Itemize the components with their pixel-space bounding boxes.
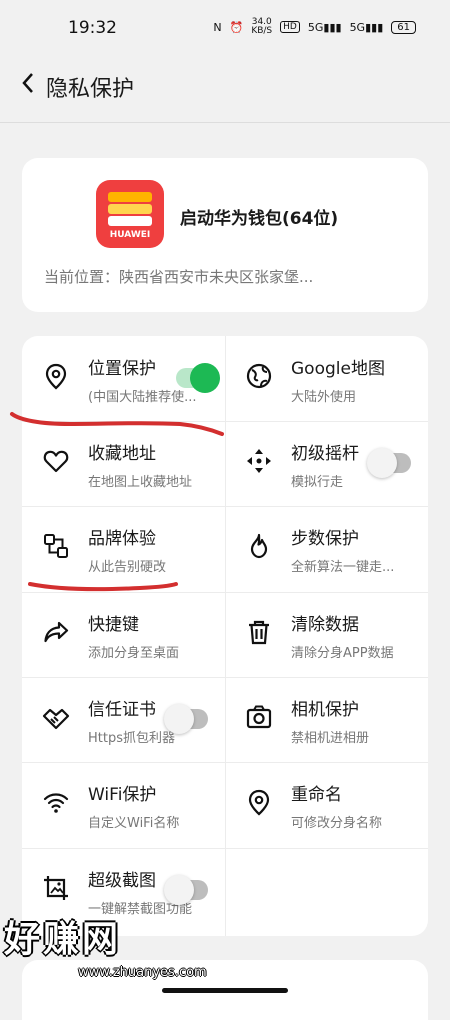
tile-step-protection[interactable]: 步数保护 全新算法一键走... — [225, 506, 428, 591]
status-bar: 19:32 N ⏰ 34.0 KB/S HD 5G▮▮▮ 5G▮▮▮ 61 — [0, 0, 450, 56]
app-name: 启动华为钱包(64位) — [180, 209, 339, 229]
tile-title: 超级截图 — [88, 871, 156, 891]
tile-wifi-protection[interactable]: WiFi保护 自定义WiFi名称 — [22, 762, 225, 847]
tile-subtitle: Https抓包利器 — [88, 731, 175, 746]
tile-title: 相机保护 — [291, 700, 359, 720]
tile-shortcut[interactable]: 快捷键 添加分身至桌面 — [22, 592, 225, 677]
watermark-url: www.zhuanyes.com — [78, 965, 207, 980]
header: 隐私保护 — [0, 60, 450, 110]
status-icons: N ⏰ 34.0 KB/S HD 5G▮▮▮ 5G▮▮▮ 61 — [213, 18, 416, 36]
location-pin-icon — [245, 788, 273, 816]
tile-subtitle: 可修改分身名称 — [291, 816, 383, 831]
tile-title: 清除数据 — [291, 615, 359, 635]
wifi-icon — [42, 788, 70, 816]
tile-title: WiFi保护 — [88, 785, 157, 805]
hd-badge: HD — [280, 21, 300, 33]
share-arrow-icon — [42, 618, 70, 646]
tile-google-maps[interactable]: Google地图 大陆外使用 — [225, 336, 428, 421]
tile-clear-data[interactable]: 清除数据 清除分身APP数据 — [225, 592, 428, 677]
gesture-bar[interactable] — [162, 988, 288, 993]
tile-title: 品牌体验 — [88, 529, 156, 549]
move-arrows-icon — [245, 447, 273, 475]
signal-label-2: 5G — [349, 20, 366, 34]
tile-subtitle: 清除分身APP数据 — [291, 646, 394, 661]
tile-rename[interactable]: 重命名 可修改分身名称 — [225, 762, 428, 847]
heart-icon — [42, 447, 70, 475]
tile-subtitle: 添加分身至桌面 — [88, 646, 180, 661]
tile-title: 信任证书 — [88, 700, 156, 720]
app-icon-label: HUAWEI — [109, 230, 151, 240]
huawei-wallet-icon: HUAWEI — [96, 180, 164, 248]
tile-title: Google地图 — [291, 359, 385, 379]
tile-title: 初级摇杆 — [291, 444, 359, 464]
header-divider — [0, 122, 450, 123]
battery-indicator: 61 — [391, 20, 416, 34]
camera-icon — [245, 703, 273, 731]
tile-camera-protection[interactable]: 相机保护 禁相机进相册 — [225, 677, 428, 762]
signal-5g-2: 5G▮▮▮ — [349, 20, 384, 34]
current-location: 当前位置：陕西省西安市未央区张家堡... — [44, 268, 314, 286]
signal-5g-1: 5G▮▮▮ — [307, 20, 342, 34]
tile-title: 重命名 — [291, 785, 342, 805]
app-card[interactable]: HUAWEI 启动华为钱包(64位) 当前位置：陕西省西安市未央区张家堡... — [22, 158, 428, 312]
location-pin-icon — [42, 362, 70, 390]
tile-trust-certificate[interactable]: 信任证书 Https抓包利器 — [22, 677, 225, 762]
tile-title: 步数保护 — [291, 529, 359, 549]
chevron-left-icon[interactable] — [20, 70, 36, 101]
tile-subtitle: 全新算法一键走... — [291, 560, 395, 575]
handshake-icon — [42, 703, 70, 731]
trust-certificate-toggle[interactable] — [164, 704, 208, 734]
net-speed: 34.0 KB/S — [251, 18, 272, 36]
status-time: 19:32 — [68, 18, 117, 38]
speed-unit: KB/S — [251, 26, 273, 36]
annotation-underline-2 — [28, 582, 178, 592]
tile-title: 快捷键 — [88, 615, 139, 635]
tile-title: 位置保护 — [88, 359, 156, 379]
brand-icon — [42, 532, 70, 560]
tile-subtitle: 自定义WiFi名称 — [88, 816, 180, 831]
tile-subtitle: 大陆外使用 — [291, 390, 357, 405]
tile-subtitle: 在地图上收藏地址 — [88, 475, 193, 490]
joystick-toggle[interactable] — [367, 448, 411, 478]
tile-subtitle: 模拟行走 — [291, 475, 344, 490]
annotation-underline-1 — [10, 412, 224, 436]
signal-label-1: 5G — [307, 20, 324, 34]
screenshot-icon — [42, 874, 70, 902]
trash-icon — [245, 618, 273, 646]
watermark-logo: 好赚网 — [4, 919, 122, 960]
tile-subtitle: 禁相机进相册 — [291, 731, 370, 746]
alarm-icon: ⏰ — [229, 20, 244, 34]
tile-joystick[interactable]: 初级摇杆 模拟行走 — [225, 421, 428, 506]
location-protection-toggle[interactable] — [176, 363, 220, 393]
page-title: 隐私保护 — [46, 77, 135, 102]
super-screenshot-toggle[interactable] — [164, 875, 208, 905]
globe-icon — [245, 362, 273, 390]
nfc-icon: N — [213, 20, 222, 34]
flame-icon — [245, 532, 273, 560]
